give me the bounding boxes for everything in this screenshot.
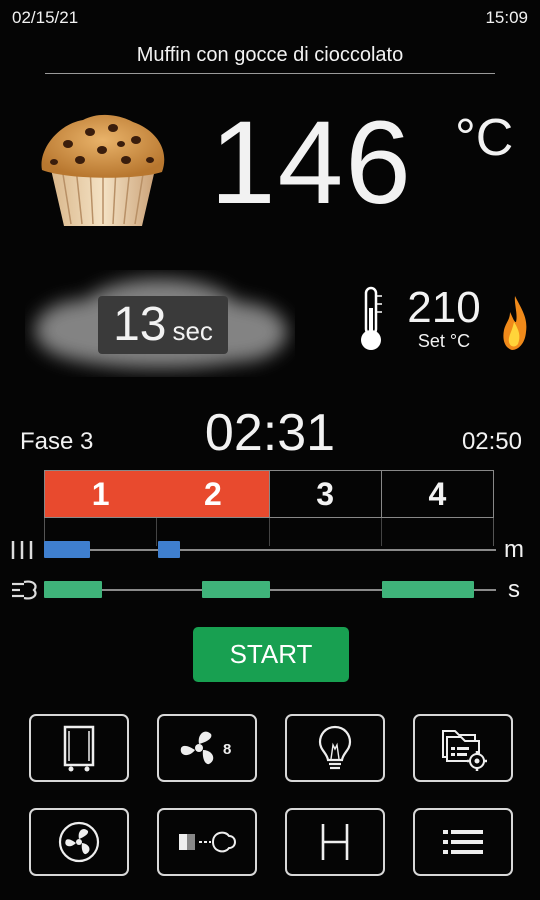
damper-segment [158, 541, 180, 558]
setpoint-value: 210 [407, 283, 481, 332]
setpoint-label: Set °C [417, 331, 471, 351]
damper-icon [11, 541, 33, 559]
fan-speed-icon: 8 [180, 731, 231, 765]
phase-2-button[interactable]: 2 [157, 471, 270, 517]
steam-segment [202, 581, 270, 598]
humidity-value: 13 [113, 298, 167, 351]
elapsed-time: 02:31 [204, 404, 336, 462]
date-label: 02/15/21 [12, 8, 79, 27]
time-label: 15:09 [485, 8, 528, 27]
hold-icon [321, 824, 349, 860]
hold-button[interactable] [285, 808, 385, 876]
menu-list-icon [443, 830, 483, 854]
humidity-unit: sec [172, 316, 213, 346]
fan-speed-badge: 8 [223, 741, 231, 758]
current-temperature: 146 [210, 97, 413, 229]
phase-3-button[interactable]: 3 [270, 471, 382, 517]
steam-segment [44, 581, 102, 598]
steam-valve-icon [179, 831, 236, 853]
fan-reverse-button[interactable] [29, 808, 129, 876]
steam-track[interactable] [44, 576, 496, 604]
status-bar: 02/15/21 15:09 [12, 8, 528, 30]
menu-button[interactable] [413, 808, 513, 876]
temperature-unit: °C [455, 109, 514, 167]
start-button[interactable]: START [193, 627, 349, 682]
recipe-folder-button[interactable] [413, 714, 513, 782]
light-bulb-icon [318, 725, 352, 770]
fan-reverse-icon [58, 821, 100, 863]
damper-segment [44, 541, 90, 558]
recipe-title[interactable]: Muffin con gocce di cioccolato [0, 44, 540, 67]
flame-icon [503, 296, 527, 350]
light-button[interactable] [285, 714, 385, 782]
phase-1-button[interactable]: 1 [45, 471, 158, 517]
damper-unit-label: m [504, 536, 524, 563]
recipe-folder-settings-icon [442, 730, 487, 771]
total-time: 02:50 [461, 428, 522, 455]
steam-valve-button[interactable] [157, 808, 257, 876]
damper-track[interactable] [44, 536, 496, 564]
phase-selector: 1 2 3 4 [44, 470, 494, 518]
steam-unit-label: s [508, 576, 520, 603]
phase-4-button[interactable]: 4 [382, 471, 493, 517]
fan-speed-button[interactable]: 8 [157, 714, 257, 782]
door-icon [63, 725, 95, 772]
door-button[interactable] [29, 714, 129, 782]
humidity-timer[interactable]: 13 sec [98, 296, 228, 354]
muffin-icon[interactable] [38, 110, 168, 230]
thermometer-icon [361, 286, 382, 350]
damper-track-line [44, 549, 496, 551]
steam-injection-icon [12, 580, 37, 600]
title-divider [45, 73, 495, 74]
steam-segment [382, 581, 474, 598]
setpoint-temperature[interactable]: 210 Set °C [400, 283, 488, 352]
